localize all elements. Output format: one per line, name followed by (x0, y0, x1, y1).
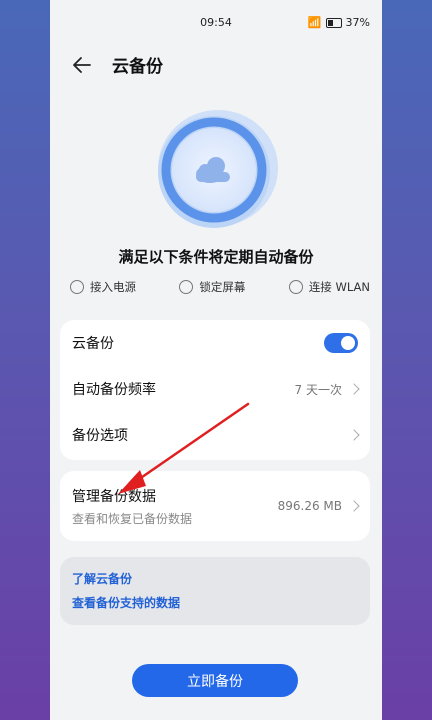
manage-backup-row[interactable]: 管理备份数据 查看和恢复已备份数据 896.26 MB (60, 471, 370, 541)
status-bar: 09:54 📶 37% (50, 0, 382, 46)
backup-frequency-row[interactable]: 自动备份频率 7 天一次 (60, 366, 370, 412)
learn-cloud-backup-link[interactable]: 了解云备份 (72, 567, 358, 591)
battery-percent: 37% (345, 16, 370, 29)
back-arrow-icon[interactable] (72, 55, 92, 75)
power-plug-icon (70, 280, 84, 294)
backup-options-row[interactable]: 备份选项 (60, 412, 370, 458)
cloud-backup-illustration (158, 110, 278, 228)
wifi-icon (288, 280, 303, 294)
header: 云备份 (72, 52, 163, 77)
conditions-row: 接入电源 锁定屏幕 连接 WLAN (70, 279, 370, 295)
cloud-backup-label: 云备份 (72, 336, 114, 352)
page-title: 云备份 (112, 57, 163, 77)
backup-now-button[interactable]: 立即备份 (132, 664, 298, 697)
supported-data-link[interactable]: 查看备份支持的数据 (72, 591, 358, 615)
condition-lock-label: 锁定屏幕 (199, 280, 246, 294)
condition-power-label: 接入电源 (90, 280, 136, 294)
cloud-backup-toggle[interactable] (324, 333, 358, 353)
cloud-backup-row[interactable]: 云备份 (60, 320, 370, 366)
manage-backup-text: 管理备份数据 查看和恢复已备份数据 (72, 486, 278, 527)
backup-size: 896.26 MB (277, 499, 342, 513)
lock-icon (179, 280, 194, 294)
chevron-right-icon (348, 383, 360, 395)
manage-backup-label: 管理备份数据 (72, 488, 156, 505)
condition-lock: 锁定屏幕 (179, 279, 245, 295)
condition-wlan: 连接 WLAN (288, 279, 370, 295)
backup-frequency-value: 7 天一次 (294, 382, 342, 397)
backup-settings-card: 云备份 自动备份频率 7 天一次 备份选项 (60, 320, 370, 460)
chevron-right-icon (348, 429, 360, 441)
condition-wlan-label: 连接 WLAN (308, 280, 370, 294)
backup-frequency-label: 自动备份频率 (72, 382, 156, 398)
manage-backup-card: 管理备份数据 查看和恢复已备份数据 896.26 MB (60, 471, 370, 541)
battery-icon (325, 17, 342, 28)
chevron-right-icon (348, 500, 360, 512)
condition-power: 接入电源 (70, 279, 136, 295)
info-links-card: 了解云备份 查看备份支持的数据 (60, 557, 370, 625)
signal-icon: 📶 (307, 16, 322, 29)
phone-screen: 09:54 📶 37% 云备份 满足以下条件将定期自动备份 接入电源 锁定屏幕 … (50, 0, 382, 720)
conditions-heading: 满足以下条件将定期自动备份 (118, 248, 314, 266)
status-icons: 📶 37% (308, 16, 370, 29)
manage-backup-subtitle: 查看和恢复已备份数据 (72, 511, 193, 526)
backup-options-label: 备份选项 (72, 428, 128, 444)
